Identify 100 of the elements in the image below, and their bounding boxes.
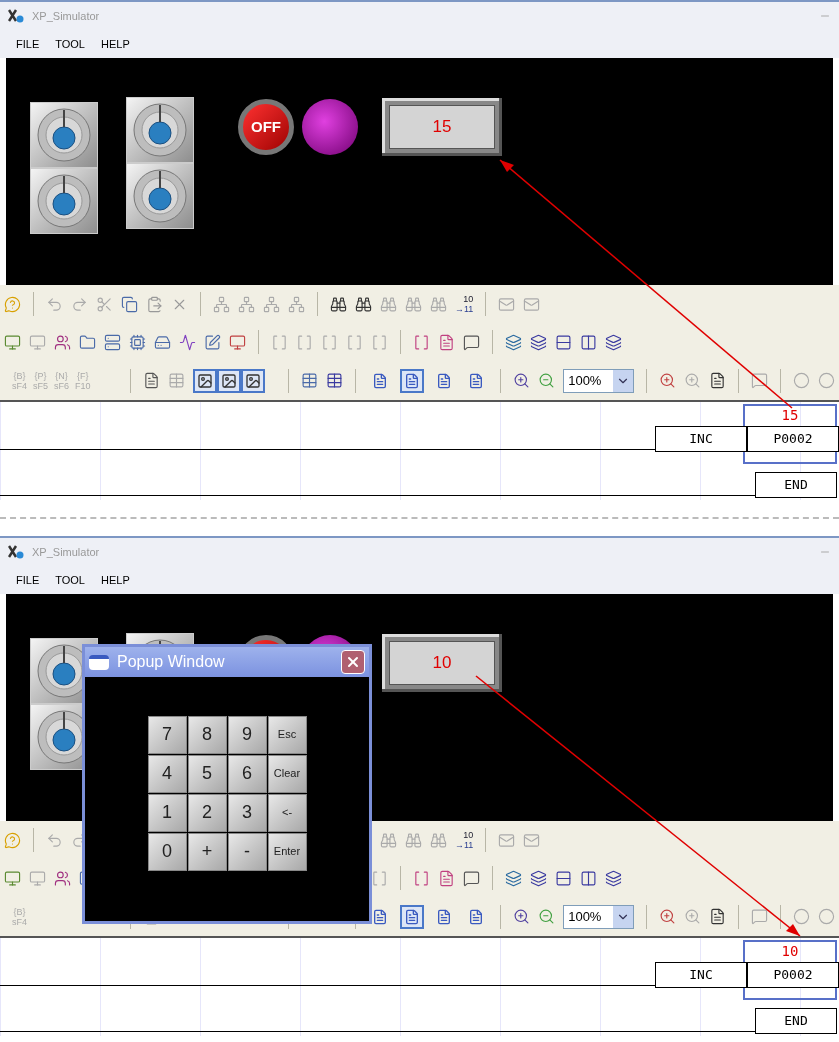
server-icon[interactable] (104, 334, 121, 351)
keypad-key[interactable]: <- (267, 793, 307, 832)
keypad-key[interactable]: Clear (267, 754, 307, 793)
edit-icon[interactable] (204, 334, 221, 351)
menu-item[interactable]: HELP (101, 35, 130, 53)
menu-item[interactable]: TOOL (55, 35, 85, 53)
fan-icon (36, 107, 92, 163)
layers-icon[interactable] (605, 870, 622, 887)
paste-icon[interactable] (146, 295, 163, 313)
document-icon (372, 908, 389, 925)
layers-icon[interactable] (530, 870, 547, 887)
instruction-cell[interactable]: INC (655, 962, 747, 988)
brackets-icon[interactable] (413, 870, 430, 887)
layers-icon[interactable] (505, 870, 522, 887)
keypad-key[interactable]: 9 (227, 715, 267, 754)
window-title: XP_Simulator (32, 8, 100, 24)
cpu-icon[interactable] (129, 334, 146, 351)
layers-icon[interactable] (530, 334, 547, 351)
monitor-icon[interactable] (229, 334, 246, 351)
zoom-in-icon[interactable] (513, 372, 531, 390)
keypad-key[interactable]: Esc (267, 715, 307, 754)
zoom-out-icon[interactable] (538, 372, 556, 390)
magnifier-icon[interactable] (659, 372, 677, 390)
end-cell[interactable]: END (755, 472, 837, 498)
keypad-key[interactable]: 4 (147, 754, 187, 793)
keypad-key[interactable]: 1 (147, 793, 187, 832)
brackets-icon[interactable] (413, 334, 430, 351)
step-button[interactable]: 10 →11 (455, 830, 474, 851)
document-icon (468, 908, 485, 925)
keypad-key[interactable]: 3 (227, 793, 267, 832)
document-icon[interactable] (142, 372, 160, 390)
view-toggle[interactable] (192, 368, 217, 393)
zoom-select[interactable]: 100% (563, 368, 635, 393)
image-icon (220, 372, 237, 389)
folder-icon[interactable] (79, 334, 96, 351)
zoom-select[interactable]: 100% (563, 904, 635, 929)
brackets-icon[interactable] (371, 870, 388, 887)
document-icon (436, 908, 453, 925)
hard-drive-icon[interactable] (154, 334, 171, 351)
popup-title: Popup Window (117, 652, 226, 672)
layers-icon[interactable] (605, 334, 622, 351)
document-icon (468, 372, 485, 389)
columns-icon[interactable] (580, 870, 597, 887)
binoculars-icon[interactable] (355, 295, 372, 313)
document-icon (372, 372, 389, 389)
table-icon[interactable] (301, 372, 319, 390)
off-button[interactable]: OFF (238, 99, 294, 155)
activity-icon[interactable] (179, 334, 196, 351)
keypad-key[interactable]: + (187, 832, 227, 871)
layers-icon[interactable] (505, 334, 522, 351)
keypad-key[interactable]: 0 (147, 832, 187, 871)
fan-icon (132, 168, 188, 224)
mode-toggle[interactable] (400, 904, 425, 929)
zoom-in-icon[interactable] (513, 908, 531, 926)
step-button[interactable]: 10 →11 (455, 294, 474, 315)
magnifier-icon[interactable] (659, 908, 677, 926)
message-icon[interactable] (751, 908, 769, 926)
instruction-cell[interactable]: INC (655, 426, 747, 452)
monitor-value: 15 (781, 406, 799, 424)
keypad-key[interactable]: 6 (227, 754, 267, 793)
view-toggle[interactable] (216, 368, 241, 393)
message-icon[interactable] (463, 870, 480, 887)
file-icon[interactable] (709, 372, 727, 390)
zoom-out-icon[interactable] (538, 908, 556, 926)
document-icon (404, 908, 421, 925)
keypad-key[interactable]: 7 (147, 715, 187, 754)
users-icon[interactable] (54, 870, 71, 887)
binoculars-icon[interactable] (330, 295, 347, 313)
app-logo-icon (8, 545, 24, 559)
columns-icon[interactable] (580, 334, 597, 351)
keypad-key[interactable]: - (227, 832, 267, 871)
rows-icon[interactable] (555, 870, 572, 887)
fan-icon (132, 102, 188, 158)
indicator-lamp (302, 99, 358, 155)
keypad-key[interactable]: 2 (187, 793, 227, 832)
table-icon[interactable] (326, 372, 344, 390)
monitor-icon[interactable] (4, 334, 21, 351)
menu-item[interactable]: HELP (101, 571, 130, 589)
monitor-value: 10 (781, 942, 799, 960)
message-icon[interactable] (751, 372, 769, 390)
window-icon (89, 654, 109, 670)
end-cell[interactable]: END (755, 1008, 837, 1034)
file-icon[interactable] (709, 908, 727, 926)
operand-cell[interactable]: P0002 (747, 962, 839, 988)
view-toggle[interactable] (240, 368, 265, 393)
message-icon[interactable] (463, 334, 480, 351)
menu-item[interactable]: TOOL (55, 571, 85, 589)
mode-toggle[interactable] (400, 368, 425, 393)
window-title: XP_Simulator (32, 544, 100, 560)
keypad-key[interactable]: 8 (187, 715, 227, 754)
menu-item[interactable]: FILE (16, 35, 40, 53)
keypad-key[interactable]: Enter (267, 832, 307, 871)
rows-icon[interactable] (555, 334, 572, 351)
operand-cell[interactable]: P0002 (747, 426, 839, 452)
image-icon (196, 372, 213, 389)
keypad-key[interactable]: 5 (187, 754, 227, 793)
users-icon[interactable] (54, 334, 71, 351)
menu-item[interactable]: FILE (16, 571, 40, 589)
copy-icon[interactable] (121, 295, 138, 313)
monitor-icon[interactable] (4, 870, 21, 887)
